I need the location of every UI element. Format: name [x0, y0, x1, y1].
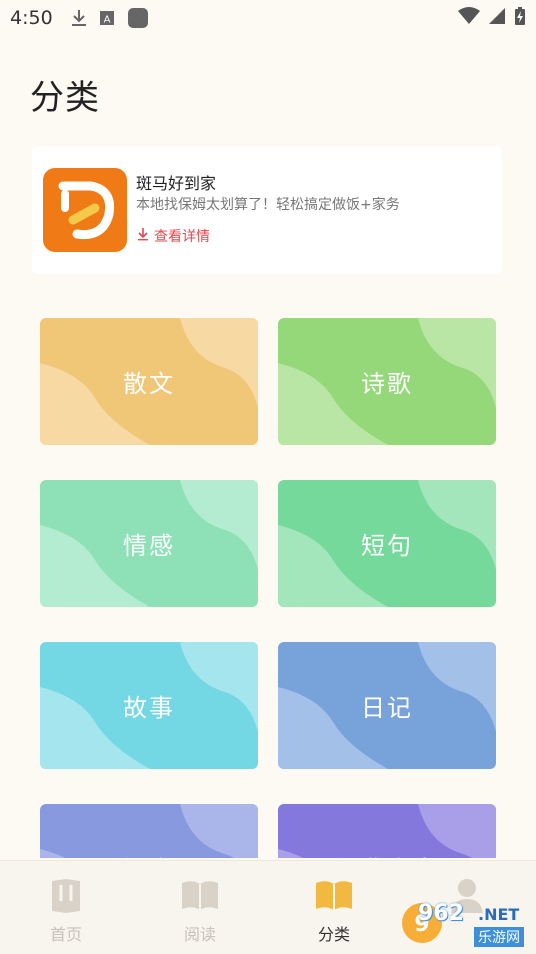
battery-charging-icon	[514, 6, 526, 30]
category-book-icon	[314, 877, 354, 919]
category-label: 短句	[361, 532, 413, 560]
category-label: 情感	[123, 532, 175, 560]
watermark-brand: 962	[418, 901, 464, 926]
wifi-icon	[458, 7, 480, 29]
ad-app-logo	[43, 168, 127, 252]
page-title: 分类	[30, 78, 100, 118]
category-label: 散文	[123, 370, 175, 398]
status-time: 4:50	[10, 7, 53, 29]
watermark-site: 乐游网	[474, 927, 524, 947]
nav-item-category[interactable]: 分类	[299, 877, 369, 945]
nav-label-category: 分类	[317, 925, 350, 944]
ad-description: 本地找保姆太划算了！轻松搞定做饭+家务	[136, 197, 400, 213]
category-label: 诗歌	[361, 370, 413, 398]
signal-icon	[488, 7, 506, 29]
category-tile[interactable]: 经典文章	[278, 804, 496, 858]
category-label: 故事	[123, 694, 175, 722]
category-tile[interactable]: 情感	[40, 480, 258, 607]
nav-label-home: 首页	[49, 925, 82, 944]
download-arrow-icon	[136, 227, 150, 245]
font-app-icon: A	[99, 10, 115, 26]
nav-label-reading: 阅读	[183, 925, 216, 944]
category-tile[interactable]: 散文	[40, 318, 258, 445]
status-bar: 4:50 A	[0, 0, 536, 36]
nav-item-home[interactable]: 首页	[31, 877, 101, 945]
category-tile[interactable]: 短句	[278, 480, 496, 607]
category-tile[interactable]: 诗歌	[278, 318, 496, 445]
open-book-icon	[180, 877, 220, 919]
site-watermark: 9 962 .NET 乐游网	[398, 893, 532, 949]
category-grid: 散文 诗歌情感 短句故事 日记短文经典文章	[40, 318, 496, 858]
watermark-suffix: .NET	[478, 905, 520, 924]
category-tile[interactable]: 故事	[40, 642, 258, 769]
ad-detail-label: 查看详情	[154, 229, 210, 245]
app-square-icon	[127, 7, 149, 29]
home-book-icon	[46, 877, 86, 919]
category-tile[interactable]: 短文	[40, 804, 258, 858]
nav-item-reading[interactable]: 阅读	[165, 877, 235, 945]
ad-app-name: 斑马好到家	[136, 174, 217, 193]
ad-detail-link[interactable]: 查看详情	[136, 226, 210, 246]
category-label: 经典文章	[278, 804, 496, 858]
ad-card[interactable]: 斑马好到家 本地找保姆太划算了！轻松搞定做饭+家务 查看详情	[32, 146, 502, 274]
category-label: 短文	[40, 804, 258, 858]
download-icon	[71, 9, 87, 27]
category-tile[interactable]: 日记	[278, 642, 496, 769]
category-label: 日记	[361, 694, 413, 722]
svg-text:A: A	[103, 15, 110, 26]
